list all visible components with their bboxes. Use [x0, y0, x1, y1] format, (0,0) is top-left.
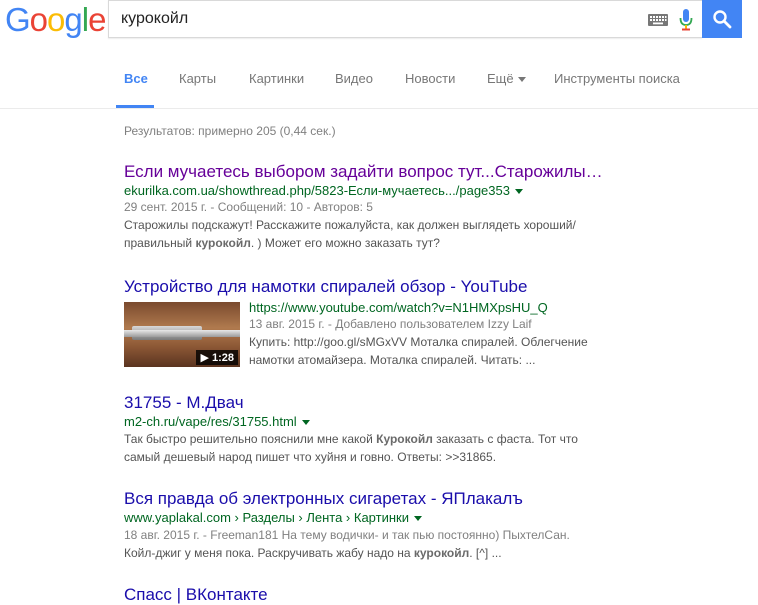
result-url: ekurilka.com.ua/showthread.php/5823-Если…	[124, 183, 744, 199]
snippet-text: Так быстро решительно пояснили мне какой	[124, 432, 377, 446]
snippet-highlight: курокойл	[195, 236, 251, 250]
result-meta: 13 авг. 2015 г. - Добавлено пользователе…	[249, 317, 532, 331]
chevron-down-icon	[517, 77, 526, 83]
result-title[interactable]: Вся правда об электронных сигаретах - ЯП…	[124, 488, 744, 510]
logo-letter: G	[5, 1, 31, 38]
video-text: https://www.youtube.com/watch?v=N1HMXpsH…	[249, 300, 729, 369]
google-logo[interactable]: Google	[5, 1, 106, 38]
search-result: Если мучаетесь выбором задайти вопрос ту…	[124, 161, 744, 252]
result-title[interactable]: Устройство для намотки спиралей обзор - …	[124, 276, 744, 298]
search-result-video: Устройство для намотки спиралей обзор - …	[124, 276, 744, 370]
search-box	[108, 0, 702, 38]
logo-letter: e	[88, 1, 106, 38]
video-duration: ▶ 1:28	[196, 350, 238, 365]
tab-more[interactable]: Ещё	[487, 71, 526, 86]
tab-news[interactable]: Новости	[405, 71, 455, 86]
result-title[interactable]: Если мучаетесь выбором задайти вопрос ту…	[124, 161, 744, 183]
result-url-text: ekurilka.com.ua/showthread.php/5823-Если…	[124, 183, 510, 198]
url-dropdown-icon[interactable]	[514, 189, 523, 195]
search-result: 31755 - М.Двач m2-ch.ru/vape/res/31755.h…	[124, 392, 744, 466]
snippet-text: . [^] ...	[469, 546, 502, 560]
result-url: m2-ch.ru/vape/res/31755.html	[124, 414, 744, 430]
result-meta: 29 сент. 2015 г. - Сообщений: 10 - Автор…	[124, 200, 373, 214]
snippet-line: самый дешевый народ пишет что хуйня и го…	[124, 450, 497, 464]
search-icon	[713, 10, 732, 29]
video-duration-text: 1:28	[211, 352, 234, 364]
snippet-text: Койл-джиг у меня пока. Раскручивать жабу…	[124, 546, 414, 560]
result-stats: Результатов: примерно 205 (0,44 сек.)	[124, 124, 336, 138]
thumbnail-object	[124, 330, 240, 337]
url-dropdown-icon[interactable]	[413, 516, 422, 522]
snippet-highlight: курокойл	[413, 546, 470, 560]
header: Google	[0, 0, 758, 42]
logo-letter: o	[29, 1, 48, 38]
keyboard-icon[interactable]	[648, 14, 668, 26]
tab-more-label: Ещё	[487, 71, 514, 86]
search-button[interactable]	[702, 0, 742, 38]
result-snippet: 18 авг. 2015 г. - Freeman181 На тему вод…	[124, 526, 744, 562]
snippet-text: заказать с фаста. Тот что	[432, 432, 578, 446]
active-tab-indicator	[116, 105, 154, 108]
partial-result-title[interactable]: Спасс | ВКонтакте	[124, 585, 268, 605]
result-breadcrumb-url: www.yaplakal.com › Разделы › Лента › Кар…	[124, 510, 744, 526]
result-snippet: Так быстро решительно пояснили мне какой…	[124, 430, 744, 466]
snippet-line: 18 авг. 2015 г. - Freeman181 На тему вод…	[124, 528, 570, 542]
tab-videos[interactable]: Видео	[335, 71, 373, 86]
tab-images[interactable]: Картинки	[249, 71, 304, 86]
video-thumbnail[interactable]: ▶ 1:28	[124, 302, 240, 367]
tab-all[interactable]: Все	[124, 71, 148, 86]
result-url-text: www.yaplakal.com › Разделы › Лента › Кар…	[124, 510, 409, 525]
result-title[interactable]: 31755 - М.Двач	[124, 392, 744, 414]
logo-letter: g	[64, 1, 82, 38]
snippet-line: Купить: http://goo.gl/sMGxVV Моталка спи…	[249, 335, 588, 349]
url-dropdown-icon[interactable]	[301, 420, 310, 426]
result-url: https://www.youtube.com/watch?v=N1HMXpsH…	[249, 300, 548, 315]
tab-search-tools[interactable]: Инструменты поиска	[554, 71, 680, 86]
microphone-icon[interactable]	[679, 9, 693, 31]
snippet-highlight: Курокойл	[376, 432, 433, 446]
result-snippet: Купить: http://goo.gl/sMGxVV Моталка спи…	[249, 333, 729, 369]
video-row: ▶ 1:28 https://www.youtube.com/watch?v=N…	[124, 300, 744, 370]
snippet-text: . ) Может его можно заказать тут?	[250, 236, 440, 250]
tab-maps[interactable]: Карты	[179, 71, 216, 86]
snippet-text: правильный	[124, 236, 196, 250]
snippet-line: Старожилы подскажут! Расскажите пожалуйс…	[124, 218, 576, 232]
search-input[interactable]	[121, 1, 621, 37]
logo-letter: o	[47, 1, 65, 38]
result-snippet: Старожилы подскажут! Расскажите пожалуйс…	[124, 216, 744, 252]
search-result: Вся правда об электронных сигаретах - ЯП…	[124, 488, 744, 562]
search-tabs: Все Карты Картинки Видео Новости Ещё Инс…	[0, 60, 758, 109]
result-url-text: m2-ch.ru/vape/res/31755.html	[124, 414, 297, 429]
snippet-line: намотки атомайзера. Моталка спиралей. Чи…	[249, 353, 536, 367]
